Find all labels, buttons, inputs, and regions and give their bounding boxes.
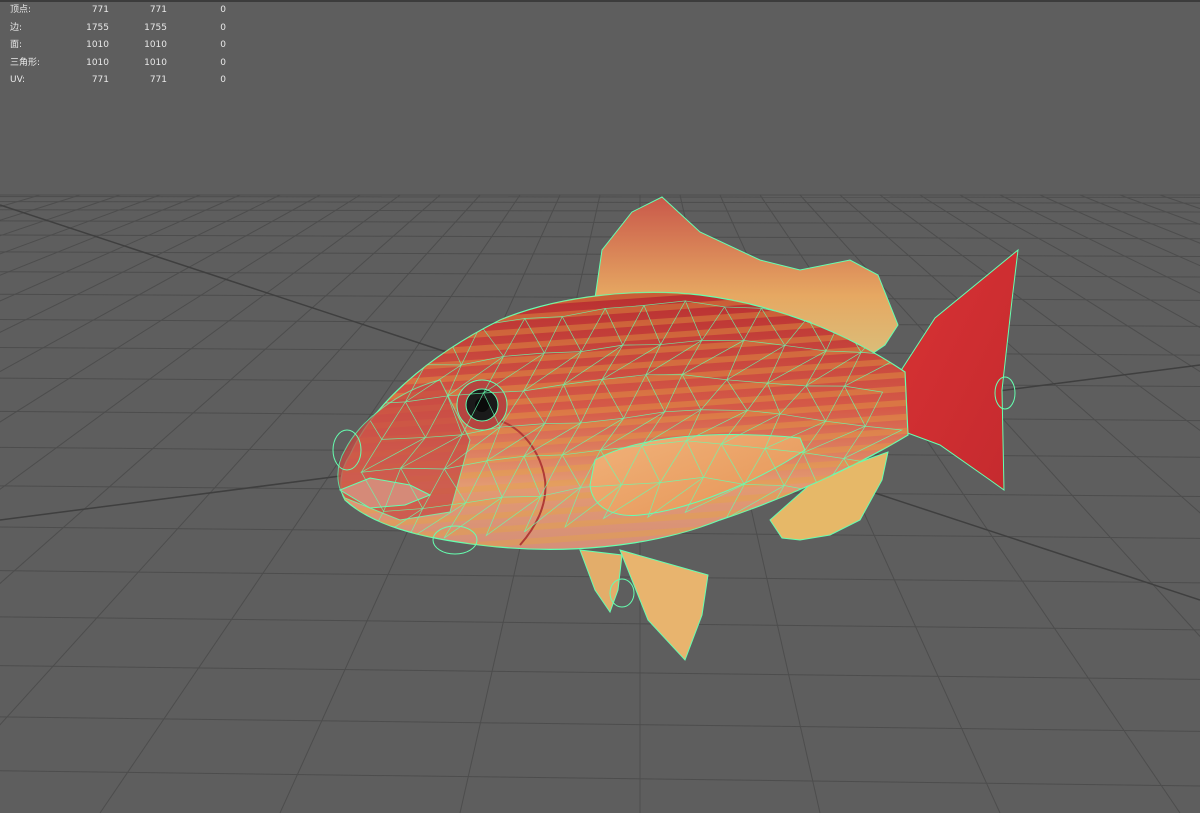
grid-line [0,234,1200,240]
eye-icon [456,379,508,431]
pelvic-fin [619,549,709,661]
fish-model[interactable] [332,196,1019,661]
grid-line [1039,194,1200,267]
grid-line [0,251,1200,258]
grid-line [919,194,1200,373]
grid-line [0,194,41,208]
grid-line [0,194,121,237]
grid-line [0,716,1200,732]
grid-line [0,194,81,221]
grid-line [0,616,1200,631]
tail-fin [899,248,1019,491]
grid-line [839,194,1200,514]
grid-line [1159,194,1200,210]
3d-viewport[interactable]: 顶点: 771 771 0 边: 1755 1755 0 面: 1010 101… [0,0,1200,813]
grid-line [999,194,1200,294]
grid-line [0,665,1200,680]
grid-line [0,770,1200,787]
grid-line [879,194,1200,432]
viewport-scene [0,194,1200,813]
grid-line [0,194,161,255]
grid-line [0,209,1200,213]
grid-line [1079,194,1200,244]
